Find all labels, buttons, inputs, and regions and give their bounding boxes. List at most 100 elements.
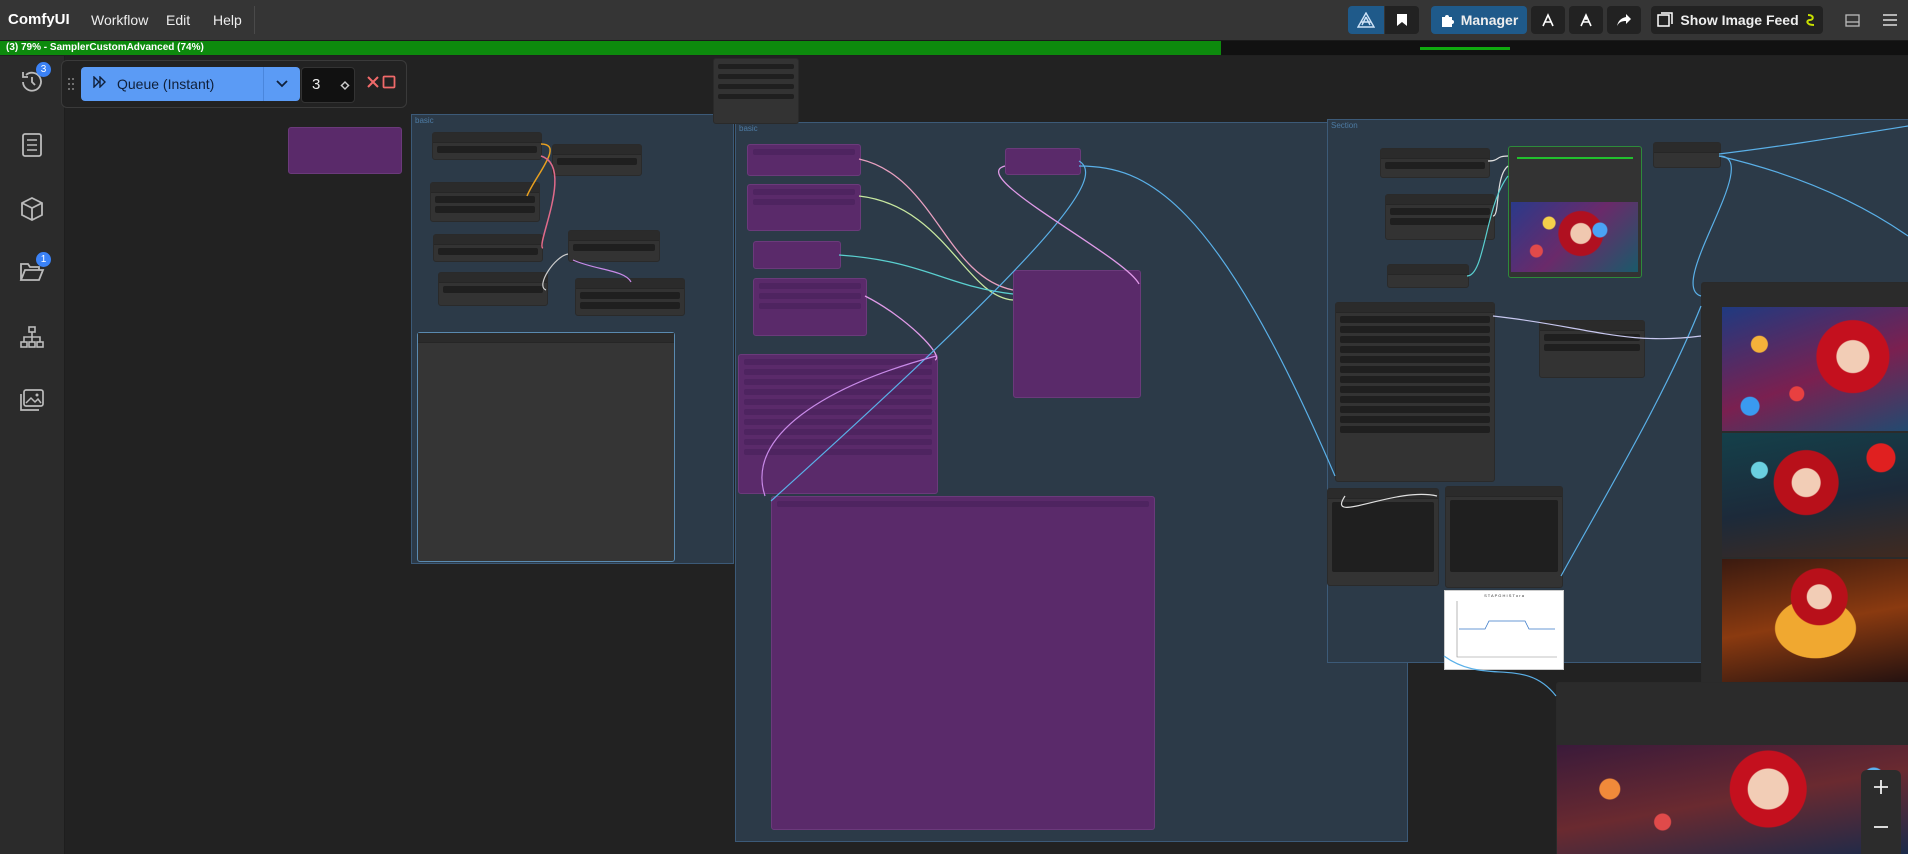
node-tree-icon (19, 325, 45, 354)
sampler-progress-line (1517, 157, 1633, 159)
decrement-icon[interactable] (340, 78, 350, 96)
output-image-1 (1722, 307, 1908, 431)
group-title: basic (739, 124, 758, 133)
left-sidebar: 3 1 (0, 56, 65, 854)
bypassed-node[interactable] (771, 496, 1155, 830)
menu-edit[interactable]: Edit (166, 0, 190, 40)
graph-node[interactable] (1539, 320, 1645, 378)
batch-count-stepper[interactable]: 3 (301, 67, 355, 103)
graph-node[interactable] (1387, 264, 1469, 288)
sampler-preview-image (1511, 202, 1638, 272)
share-figure-icon (1540, 12, 1556, 28)
sidebar-item-models[interactable] (16, 195, 48, 227)
large-settings-node[interactable] (1335, 302, 1495, 482)
share-figure-alt-icon (1578, 12, 1594, 28)
bottom-preview-image (1557, 745, 1908, 854)
preview-image-node[interactable] (417, 332, 675, 562)
graph-node[interactable] (568, 230, 660, 262)
queue-count-badge: 3 (36, 62, 51, 77)
bypassed-node[interactable] (738, 354, 938, 494)
chart-preview-image: S T A P G H I S T o r a (1444, 590, 1564, 670)
manager-button[interactable]: Manager (1431, 6, 1527, 34)
chevron-down-icon (276, 75, 288, 93)
queue-mode-dropdown[interactable] (263, 67, 300, 101)
hamburger-menu-button[interactable] (1876, 6, 1904, 34)
queue-toolbar: Queue (Instant) 3 (61, 60, 407, 108)
bypassed-node[interactable] (288, 127, 402, 174)
sidebar-item-gallery[interactable] (16, 386, 48, 418)
queue-button[interactable]: Queue (Instant) (81, 67, 263, 101)
document-icon (20, 132, 44, 163)
triangle-logo-icon (1357, 12, 1375, 28)
graph-node[interactable] (438, 272, 548, 306)
snake-icon (1805, 13, 1817, 27)
share-button[interactable] (1607, 6, 1641, 34)
zoom-controls (1861, 770, 1901, 854)
stop-square-icon (382, 75, 396, 94)
graph-node[interactable] (1445, 486, 1563, 588)
fast-forward-icon (93, 75, 107, 93)
share-b-button[interactable] (1569, 6, 1603, 34)
bottom-preview-node[interactable] (1556, 682, 1908, 854)
output-image-3 (1722, 559, 1908, 685)
graph-node[interactable] (1653, 142, 1721, 168)
graph-node[interactable] (432, 132, 542, 160)
chart-line-icon (1456, 601, 1557, 658)
bypassed-node[interactable] (753, 241, 841, 269)
graph-node[interactable] (433, 234, 543, 262)
node-graph-canvas[interactable]: basic basic Section S T A P G H I S T o … (65, 56, 1908, 854)
menu-workflow[interactable]: Workflow (91, 0, 148, 40)
graph-node[interactable] (430, 182, 540, 222)
sidebar-item-queue-history[interactable]: 3 (16, 62, 51, 100)
sidebar-item-node-library[interactable] (16, 323, 48, 355)
bypassed-node[interactable] (1005, 148, 1081, 175)
sidebar-item-documents[interactable] (16, 131, 48, 163)
bypassed-node[interactable] (1013, 270, 1141, 398)
images-icon (19, 388, 45, 417)
hamburger-icon (1882, 14, 1898, 26)
zoom-out-button[interactable] (1861, 810, 1901, 840)
bypassed-node[interactable] (747, 144, 861, 176)
graph-node[interactable] (1385, 194, 1495, 240)
image-output-node[interactable] (1701, 282, 1908, 734)
zoom-in-button[interactable] (1861, 774, 1901, 804)
graph-node[interactable] (713, 58, 799, 124)
menu-help[interactable]: Help (213, 0, 242, 40)
panel-icon (1844, 13, 1860, 27)
menu-divider (254, 6, 255, 34)
group-title: Section (1331, 121, 1358, 130)
progress-text: (3) 79% - SamplerCustomAdvanced (74%) (6, 42, 204, 53)
graph-node[interactable] (552, 144, 642, 176)
show-image-feed-label: Show Image Feed (1680, 12, 1799, 28)
active-sampler-node[interactable] (1508, 146, 1642, 278)
workflow-count-badge: 1 (36, 252, 51, 267)
cube-icon (19, 196, 45, 227)
bookmark-icon (1396, 13, 1408, 27)
drag-handle-icon[interactable] (67, 76, 75, 92)
plus-icon (1873, 779, 1889, 800)
graph-node[interactable] (575, 278, 685, 316)
batch-count-value[interactable]: 3 (312, 68, 320, 102)
crystools-button[interactable] (1348, 6, 1384, 34)
minus-icon (1873, 816, 1889, 834)
manager-label: Manager (1460, 12, 1519, 28)
graph-node[interactable] (1380, 148, 1490, 178)
share-arrow-icon (1616, 13, 1632, 27)
queue-button-label: Queue (Instant) (117, 76, 215, 92)
node-progress-fill (1420, 47, 1510, 50)
sidebar-item-workflows[interactable]: 1 (16, 252, 51, 290)
toggle-bottom-panel-button[interactable] (1838, 6, 1866, 34)
bypassed-node[interactable] (747, 184, 861, 231)
top-menu-bar: ComfyUI Workflow Edit Help Manager Show … (0, 0, 1908, 41)
app-logo[interactable]: ComfyUI (8, 0, 70, 40)
bypassed-node[interactable] (753, 278, 867, 336)
puzzle-icon (1440, 13, 1455, 28)
show-image-feed-button[interactable]: Show Image Feed (1651, 6, 1823, 34)
clear-queue-button[interactable] (378, 73, 400, 95)
progress-bar: (3) 79% - SamplerCustomAdvanced (74%) (0, 41, 1908, 55)
group-title: basic (415, 116, 434, 125)
bookmark-button[interactable] (1385, 6, 1419, 34)
share-a-button[interactable] (1531, 6, 1565, 34)
output-image-2 (1722, 433, 1908, 557)
graph-node[interactable] (1327, 488, 1439, 586)
